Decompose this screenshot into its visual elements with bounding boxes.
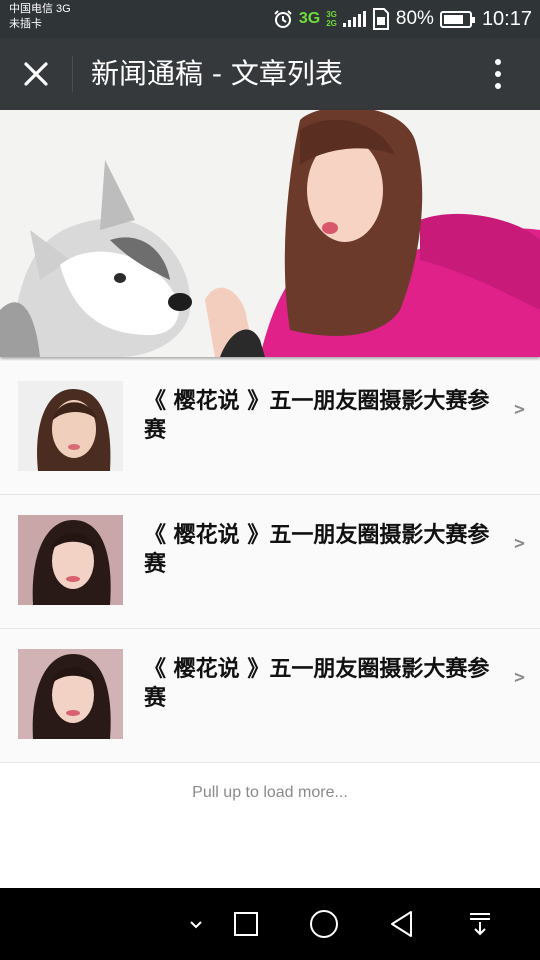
status-icons: 3G 3G 2G 80% 10:17 [273,0,532,38]
navigation-bar [0,888,540,960]
network-small-bottom: 2G [326,19,337,28]
title-bar: 新闻通稿 - 文章列表 [0,38,540,110]
carrier-name: 中国电信 3G [9,3,71,15]
carrier-info: 中国电信 3G 未插卡 [9,2,71,32]
notification-pulldown-button[interactable] [462,906,498,942]
article-thumbnail [18,515,123,605]
clock: 10:17 [481,7,532,30]
list-item[interactable]: 《 樱花说 》五一朋友圈摄影大赛参赛 > [0,361,540,495]
chevron-right-icon: > [514,399,525,420]
chevron-right-icon: > [514,667,525,688]
close-icon [24,62,48,86]
sim-card-icon [372,8,389,30]
battery-percent: 80% [395,8,434,29]
banner-image[interactable] [0,110,540,357]
back-icon [391,911,412,937]
network-small: 3G 2G [326,10,337,28]
battery-icon [439,10,475,28]
sim-status: 未插卡 [9,18,42,30]
alarm-icon [274,10,292,28]
signal-icon [342,11,366,27]
article-title: 《 樱花说 》五一朋友圈摄影大赛参赛 [144,389,490,443]
chevron-right-icon: > [514,533,525,554]
load-more-text[interactable]: Pull up to load more... [0,784,540,802]
list-item[interactable]: 《 樱花说 》五一朋友圈摄影大赛参赛 > [0,629,540,763]
article-title: 《 樱花说 》五一朋友圈摄影大赛参赛 [144,523,490,577]
collapse-button[interactable] [178,906,214,942]
notification-pulldown-icon [470,913,490,936]
back-button[interactable] [384,906,420,942]
article-thumbnail [18,381,123,471]
article-title: 《 樱花说 》五一朋友圈摄影大赛参赛 [144,657,490,711]
article-list: 《 樱花说 》五一朋友圈摄影大赛参赛 > 《 樱花说 》五一朋友圈摄影大赛参赛 … [0,361,540,763]
title-divider [72,56,73,92]
network-type: 3G [298,10,321,27]
more-vertical-icon [495,59,501,65]
recent-apps-icon [234,912,258,936]
home-button[interactable] [306,906,342,942]
network-small-top: 3G [326,10,337,19]
banner-illustration [0,110,540,357]
list-item[interactable]: 《 樱花说 》五一朋友圈摄影大赛参赛 > [0,495,540,629]
status-bar: 中国电信 3G 未插卡 3G 3G 2G 80% 10:17 [0,0,540,38]
recent-apps-button[interactable] [228,906,264,942]
battery-fill [443,14,464,24]
home-icon [310,910,338,938]
collapse-icon [190,921,202,929]
close-button[interactable] [14,52,58,96]
article-thumbnail [18,649,123,739]
page-title: 新闻通稿 - 文章列表 [91,57,343,90]
more-options-button[interactable] [480,56,516,92]
